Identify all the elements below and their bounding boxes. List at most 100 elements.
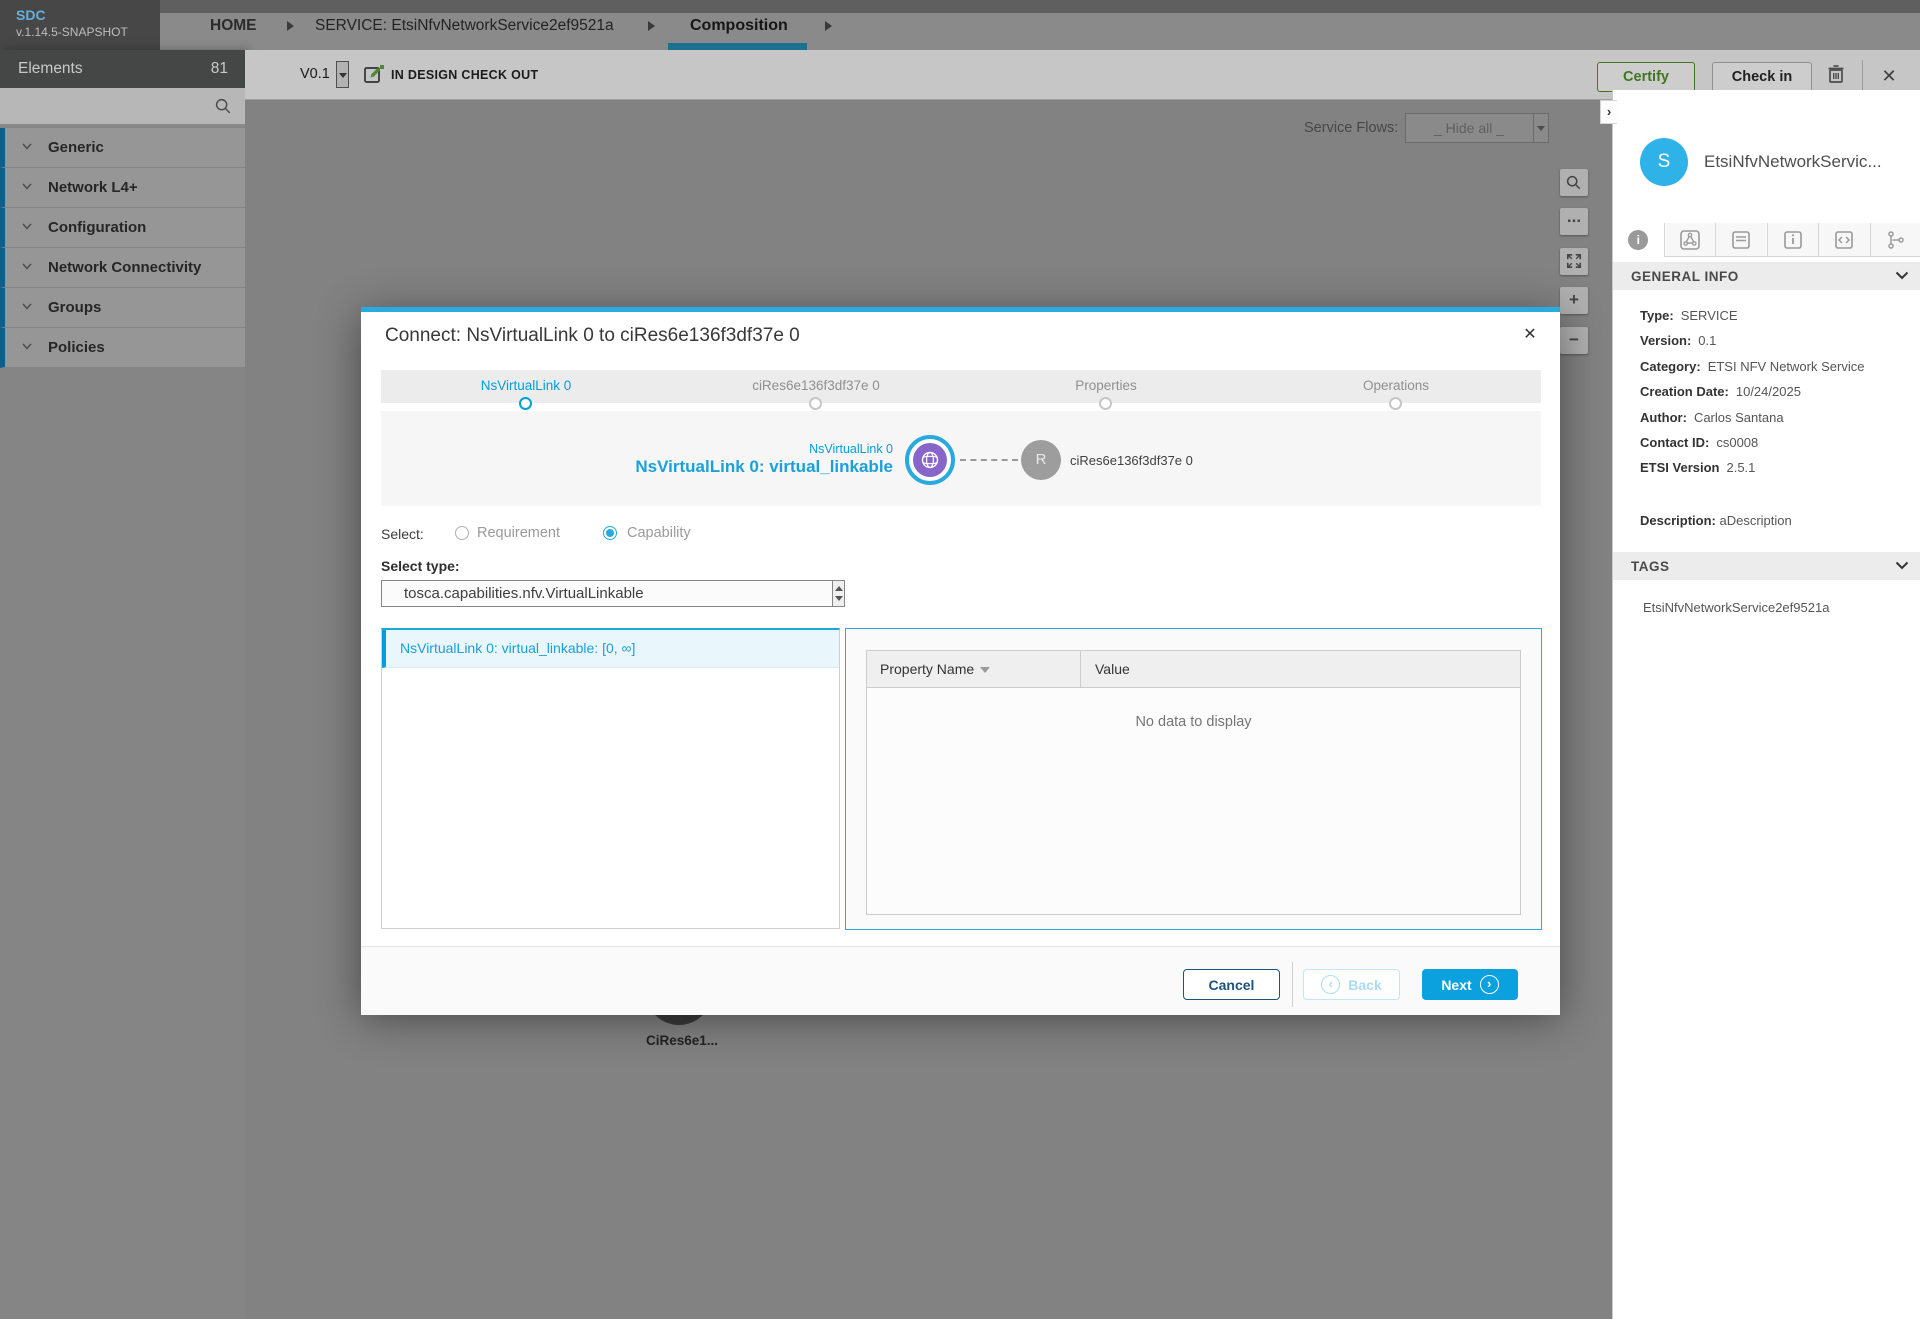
- chevron-down-icon: [22, 183, 32, 190]
- tab-information-artifacts[interactable]: [1715, 223, 1767, 257]
- source-node-vl[interactable]: [905, 435, 955, 485]
- header-top-strip: [0, 0, 1920, 13]
- chevron-down-icon: [22, 223, 32, 230]
- chevron-down-icon: [22, 343, 32, 350]
- breadcrumb-caret-icon: [287, 21, 294, 31]
- connection-dashed-line: [960, 459, 1018, 461]
- more-icon: ...: [1560, 208, 1588, 226]
- service-flows-value: _ Hide all _: [1406, 120, 1532, 136]
- version-value: V0.1: [300, 66, 330, 82]
- canvas-node-label: CiRes6e1...: [622, 1033, 742, 1048]
- tab-requirements-capabilities[interactable]: [1870, 223, 1920, 257]
- zoom-in-button[interactable]: +: [1560, 287, 1588, 314]
- breadcrumb-caret-icon: [648, 21, 655, 31]
- requirement-radio-label[interactable]: Requirement: [477, 525, 560, 541]
- panel-collapse-toggle[interactable]: ›: [1600, 100, 1617, 124]
- target-node-resource[interactable]: R: [1021, 440, 1061, 480]
- capability-list-item-selected[interactable]: NsVirtualLink 0: virtual_linkable: [0, ∞…: [382, 630, 839, 668]
- properties-table-panel: Property Name Value No data to display: [845, 628, 1542, 930]
- next-button[interactable]: Next ›: [1422, 969, 1518, 1000]
- canvas-more-button[interactable]: ...: [1560, 208, 1588, 235]
- target-node-label: ciRes6e136f3df37e 0: [1070, 453, 1193, 468]
- checkout-pencil-icon: [363, 63, 385, 85]
- info-row: Contact ID:cs0008: [1640, 435, 1910, 460]
- chevron-down-icon: [22, 303, 32, 310]
- boxed-info-icon: [1782, 229, 1804, 251]
- service-title: EtsiNfvNetworkServic...: [1704, 152, 1909, 172]
- capability-list: NsVirtualLink 0: virtual_linkable: [0, ∞…: [381, 628, 840, 929]
- expand-icon: [1566, 253, 1582, 269]
- wizard-step-target[interactable]: ciRes6e136f3df37e 0: [671, 370, 961, 403]
- virtual-link-icon: [913, 443, 947, 477]
- tab-general-info[interactable]: i: [1613, 223, 1664, 257]
- info-row: ETSI Version2.5.1: [1640, 460, 1910, 485]
- chevron-down-icon: [22, 143, 32, 150]
- tab-api[interactable]: [1818, 223, 1870, 257]
- elements-header: Elements 81: [0, 50, 245, 88]
- sdc-version: v.1.14.5-SNAPSHOT: [16, 25, 128, 39]
- select-type-label: Select type:: [381, 558, 460, 574]
- sdc-composition-screen: SDC v.1.14.5-SNAPSHOT HOME SERVICE: Etsi…: [0, 0, 1920, 1319]
- sort-descending-icon[interactable]: [980, 667, 990, 673]
- sidebar-item-policies[interactable]: Policies: [0, 328, 245, 368]
- info-row: Author:Carlos Santana: [1640, 410, 1910, 435]
- wizard-step-properties[interactable]: Properties: [961, 370, 1251, 403]
- sidebar-item-groups[interactable]: Groups: [0, 288, 245, 328]
- delete-icon[interactable]: [1826, 63, 1846, 85]
- wizard-step-source[interactable]: NsVirtualLink 0: [381, 370, 671, 403]
- certify-button[interactable]: Certify: [1597, 62, 1695, 92]
- sidebar-item-configuration[interactable]: Configuration: [0, 208, 245, 248]
- info-row: Type:SERVICE: [1640, 308, 1910, 333]
- connect-wizard-modal: Connect: NsVirtualLink 0 to ciRes6e136f3…: [361, 307, 1560, 1010]
- sdc-logo-block[interactable]: SDC v.1.14.5-SNAPSHOT: [0, 0, 160, 50]
- value-column-header[interactable]: Value: [1095, 661, 1130, 677]
- minus-icon: −: [1560, 327, 1588, 353]
- version-dropdown[interactable]: [336, 61, 349, 88]
- breadcrumb-service[interactable]: SERVICE: EtsiNfvNetworkService2ef9521a: [315, 17, 614, 35]
- breadcrumb-composition-tab[interactable]: Composition: [690, 17, 788, 35]
- next-circle-icon: ›: [1480, 975, 1499, 994]
- capability-type-select[interactable]: tosca.capabilities.nfv.VirtualLinkable: [381, 580, 845, 607]
- wizard-step-operations[interactable]: Operations: [1251, 370, 1541, 403]
- service-avatar: S: [1640, 138, 1688, 186]
- capability-radio-label[interactable]: Capability: [627, 525, 691, 541]
- chevron-down-icon: [1895, 561, 1909, 570]
- tags-title: TAGS: [1631, 559, 1670, 574]
- sidebar-item-network-connectivity[interactable]: Network Connectivity: [0, 248, 245, 288]
- chevron-down-icon: [1895, 271, 1909, 280]
- service-flows-label: Service Flows:: [1304, 120, 1398, 136]
- elements-category-list: Generic Network L4+ Configuration Networ…: [0, 128, 245, 368]
- canvas-fit-screen-button[interactable]: [1560, 248, 1588, 275]
- tab-properties[interactable]: [1767, 223, 1819, 257]
- sidebar-item-label: Network L4+: [48, 179, 138, 196]
- step-circle: [1389, 397, 1402, 410]
- close-workspace-icon[interactable]: ✕: [1875, 62, 1903, 90]
- service-flows-dropdown[interactable]: _ Hide all _: [1405, 113, 1549, 143]
- check-in-button[interactable]: Check in: [1712, 62, 1812, 92]
- source-node-name: NsVirtualLink 0: [809, 442, 893, 456]
- tag-item: EtsiNfvNetworkService2ef9521a: [1643, 600, 1829, 615]
- empty-table-message: No data to display: [867, 714, 1520, 730]
- breadcrumb-home[interactable]: HOME: [210, 17, 257, 35]
- sidebar-item-network-l4[interactable]: Network L4+: [0, 168, 245, 208]
- capability-radio[interactable]: [603, 526, 617, 540]
- tab-deployment-artifacts[interactable]: [1664, 223, 1716, 257]
- elements-count-badge: 81: [211, 60, 228, 78]
- lifecycle-status-label: IN DESIGN CHECK OUT: [391, 68, 538, 82]
- tags-section-header[interactable]: TAGS: [1613, 552, 1920, 580]
- step-circle: [1099, 397, 1112, 410]
- code-icon: [1833, 229, 1855, 251]
- zoom-out-button[interactable]: −: [1560, 327, 1588, 354]
- canvas-search-button[interactable]: [1560, 169, 1588, 196]
- property-name-column-header[interactable]: Property Name: [880, 661, 990, 677]
- elements-sidebar: Elements 81 Generic Network L4+ Configur…: [0, 50, 245, 1319]
- close-icon[interactable]: ✕: [1518, 323, 1542, 347]
- elements-search-input[interactable]: [0, 88, 245, 126]
- cancel-button[interactable]: Cancel: [1183, 969, 1280, 1000]
- sidebar-item-generic[interactable]: Generic: [0, 128, 245, 168]
- requirement-radio[interactable]: [455, 526, 469, 540]
- service-info-panel: S EtsiNfvNetworkServic... i GENERAL INFO: [1612, 90, 1920, 1319]
- back-button[interactable]: ‹ Back: [1303, 969, 1400, 1000]
- general-info-section-header[interactable]: GENERAL INFO: [1613, 262, 1920, 290]
- sidebar-item-label: Generic: [48, 139, 104, 156]
